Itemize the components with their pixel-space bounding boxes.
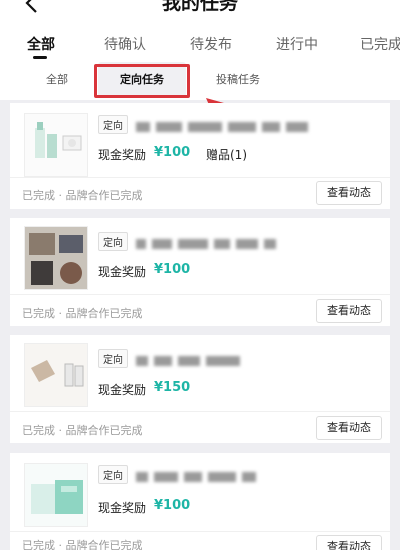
divider (10, 411, 390, 412)
tab-pending-confirm[interactable]: 待确认 (104, 34, 146, 54)
task-type-tag: 定向 (98, 232, 128, 251)
reward-label: 现金奖励 (98, 501, 147, 515)
task-type-tag: 定向 (98, 349, 128, 368)
reward-label: 现金奖励 (98, 265, 147, 279)
brand-name-redacted (136, 467, 306, 482)
task-type-tag: 定向 (98, 115, 128, 134)
tab-completed[interactable]: 已完成 (360, 34, 400, 54)
task-type-tabs: 全部 定向任务 投稿任务 (0, 62, 400, 98)
active-tab-indicator (33, 56, 47, 59)
divider (10, 531, 390, 532)
task-card[interactable]: 定向 现金奖励 ¥100 已完成 · 品牌合作已完成 查看动态 (10, 453, 390, 550)
view-activity-button[interactable]: 查看动态 (316, 181, 382, 205)
view-activity-button[interactable]: 查看动态 (316, 416, 382, 440)
product-thumbnail (24, 463, 88, 527)
reward-amount: ¥150 (154, 380, 191, 395)
reward-amount: ¥100 (154, 262, 191, 277)
product-thumbnail (24, 226, 88, 290)
divider (10, 294, 390, 295)
highlight-box (94, 64, 190, 98)
status-tabs: 全部 待确认 待发布 进行中 已完成 (0, 34, 400, 59)
task-status: 已完成 · 品牌合作已完成 (22, 307, 143, 320)
divider (10, 177, 390, 178)
reward-amount: ¥100 (154, 498, 191, 513)
tab-in-progress[interactable]: 进行中 (276, 34, 318, 54)
product-thumbnail (24, 343, 88, 407)
reward-label: 现金奖励 (98, 148, 147, 162)
product-thumbnail (24, 113, 88, 177)
task-status: 已完成 · 品牌合作已完成 (22, 539, 143, 550)
view-activity-button[interactable]: 查看动态 (316, 299, 382, 323)
top-bar: 我的任务 全部 待确认 待发布 进行中 已完成 全部 定向任务 投稿任务 (0, 0, 400, 100)
brand-name-redacted (136, 117, 346, 132)
view-activity-button[interactable]: 查看动态 (316, 535, 382, 550)
task-type-tag: 定向 (98, 465, 128, 484)
subtab-submission[interactable]: 投稿任务 (216, 62, 260, 98)
task-status: 已完成 · 品牌合作已完成 (22, 189, 143, 202)
reward-label: 现金奖励 (98, 383, 147, 397)
gift-count: 赠品(1) (206, 148, 247, 162)
subtab-all[interactable]: 全部 (46, 62, 68, 98)
brand-name-redacted (136, 351, 286, 366)
task-card[interactable]: 定向 现金奖励 ¥100 赠品(1) 已完成 · 品牌合作已完成 查看动态 (10, 103, 390, 209)
task-status: 已完成 · 品牌合作已完成 (22, 424, 143, 437)
task-card[interactable]: 定向 现金奖励 ¥100 已完成 · 品牌合作已完成 查看动态 (10, 218, 390, 326)
page-title: 我的任务 (161, 0, 238, 14)
task-card[interactable]: 定向 现金奖励 ¥150 已完成 · 品牌合作已完成 查看动态 (10, 335, 390, 443)
tab-all[interactable]: 全部 (27, 34, 55, 54)
brand-name-redacted (136, 234, 336, 249)
tab-pending-publish[interactable]: 待发布 (190, 34, 232, 54)
reward-amount: ¥100 (154, 145, 191, 160)
